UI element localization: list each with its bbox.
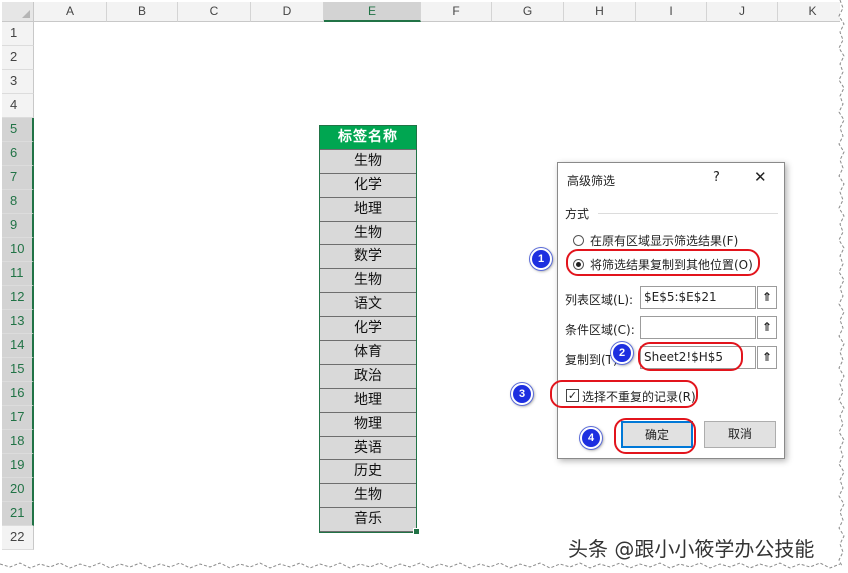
column-header-g[interactable]: G bbox=[492, 2, 564, 22]
column-header-b[interactable]: B bbox=[107, 2, 178, 22]
cell-e6[interactable]: 生物 bbox=[320, 149, 416, 174]
data-range-e5-e21[interactable]: 标签名称 生物 化学 地理 生物 数学 生物 语文 化学 体育 政治 地理 物理… bbox=[319, 125, 417, 534]
row-header-19[interactable]: 19 bbox=[2, 454, 34, 478]
column-header-d[interactable]: D bbox=[251, 2, 324, 22]
mode-group-label: 方式 bbox=[565, 207, 590, 221]
list-range-field[interactable]: $E$5:$E$21 bbox=[640, 286, 756, 309]
row-header-15[interactable]: 15 bbox=[2, 358, 34, 382]
select-all-corner[interactable] bbox=[2, 2, 34, 22]
step-badge-4: 4 bbox=[580, 427, 602, 449]
torn-edge-right bbox=[838, 0, 845, 567]
cell-e15[interactable]: 政治 bbox=[320, 364, 416, 389]
row-header-21[interactable]: 21 bbox=[2, 502, 34, 526]
row-header-16[interactable]: 16 bbox=[2, 382, 34, 406]
copy-to-collapse-icon[interactable]: ⇑ bbox=[757, 346, 777, 369]
row-header-13[interactable]: 13 bbox=[2, 310, 34, 334]
select-all-triangle-icon bbox=[22, 10, 30, 18]
row-header-14[interactable]: 14 bbox=[2, 334, 34, 358]
step-badge-3: 3 bbox=[511, 383, 533, 405]
group-divider bbox=[598, 213, 778, 214]
cell-e21[interactable]: 音乐 bbox=[320, 508, 416, 533]
column-header-i[interactable]: I bbox=[636, 2, 707, 22]
row-header-18[interactable]: 18 bbox=[2, 430, 34, 454]
cell-e8[interactable]: 地理 bbox=[320, 197, 416, 222]
annotation-oval-copy-to bbox=[638, 342, 743, 371]
annotation-oval-unique bbox=[550, 380, 698, 408]
column-header-f[interactable]: F bbox=[421, 2, 492, 22]
row-header-20[interactable]: 20 bbox=[2, 478, 34, 502]
cell-e20[interactable]: 生物 bbox=[320, 484, 416, 509]
close-icon[interactable]: ✕ bbox=[754, 168, 767, 186]
cell-e14[interactable]: 体育 bbox=[320, 341, 416, 365]
annotation-oval-ok bbox=[614, 418, 696, 454]
cell-e17[interactable]: 物理 bbox=[320, 412, 416, 437]
row-header-12[interactable]: 12 bbox=[2, 286, 34, 310]
cell-e18[interactable]: 英语 bbox=[320, 436, 416, 461]
column-header-k[interactable]: K bbox=[778, 2, 840, 22]
row-header-9[interactable]: 9 bbox=[2, 214, 34, 238]
row-header-22[interactable]: 22 bbox=[2, 526, 34, 550]
cell-e7[interactable]: 化学 bbox=[320, 173, 416, 198]
cell-e19[interactable]: 历史 bbox=[320, 460, 416, 485]
row-header-6[interactable]: 6 bbox=[2, 142, 34, 166]
dialog-title: 高级筛选 bbox=[567, 174, 616, 188]
row-header-3[interactable]: 3 bbox=[2, 70, 34, 94]
row-header-17[interactable]: 17 bbox=[2, 406, 34, 430]
row-header-5[interactable]: 5 bbox=[2, 118, 34, 142]
cell-e9[interactable]: 生物 bbox=[320, 221, 416, 246]
column-header-h[interactable]: H bbox=[564, 2, 636, 22]
criteria-range-collapse-icon[interactable]: ⇑ bbox=[757, 316, 777, 339]
cell-e16[interactable]: 地理 bbox=[320, 388, 416, 413]
column-header-e[interactable]: E bbox=[324, 2, 421, 22]
cancel-button[interactable]: 取消 bbox=[704, 421, 776, 448]
help-icon[interactable]: ? bbox=[713, 170, 720, 185]
radio-filter-in-place[interactable] bbox=[573, 235, 584, 246]
row-header-1[interactable]: 1 bbox=[2, 22, 34, 46]
cell-e13[interactable]: 化学 bbox=[320, 317, 416, 342]
cell-e10[interactable]: 数学 bbox=[320, 245, 416, 270]
fill-handle[interactable] bbox=[413, 528, 420, 535]
criteria-range-label: 条件区域(C): bbox=[565, 323, 635, 337]
radio-filter-in-place-label[interactable]: 在原有区域显示筛选结果(F) bbox=[590, 232, 738, 249]
cell-e11[interactable]: 生物 bbox=[320, 269, 416, 294]
criteria-range-field[interactable] bbox=[640, 316, 756, 339]
column-header-c[interactable]: C bbox=[178, 2, 251, 22]
annotation-oval-copy-option bbox=[566, 249, 760, 276]
list-range-label: 列表区域(L): bbox=[565, 293, 634, 307]
row-header-8[interactable]: 8 bbox=[2, 190, 34, 214]
column-header-j[interactable]: J bbox=[707, 2, 778, 22]
row-header-4[interactable]: 4 bbox=[2, 94, 34, 118]
row-header-2[interactable]: 2 bbox=[2, 46, 34, 70]
row-header-10[interactable]: 10 bbox=[2, 238, 34, 262]
step-badge-2: 2 bbox=[611, 342, 633, 364]
list-range-collapse-icon[interactable]: ⇑ bbox=[757, 286, 777, 309]
step-badge-1: 1 bbox=[530, 248, 552, 270]
row-header-7[interactable]: 7 bbox=[2, 166, 34, 190]
watermark-text: 头条 @跟小小筱学办公技能 bbox=[568, 537, 815, 561]
cell-e12[interactable]: 语文 bbox=[320, 293, 416, 318]
row-header-11[interactable]: 11 bbox=[2, 262, 34, 286]
cell-e5-header[interactable]: 标签名称 bbox=[320, 126, 416, 150]
column-headers: A B C D E F G H I J K bbox=[34, 2, 840, 22]
advanced-filter-dialog: 高级筛选 ? ✕ 方式 在原有区域显示筛选结果(F) 将筛选结果复制到其他位置(… bbox=[557, 162, 785, 459]
column-header-a[interactable]: A bbox=[34, 2, 107, 22]
